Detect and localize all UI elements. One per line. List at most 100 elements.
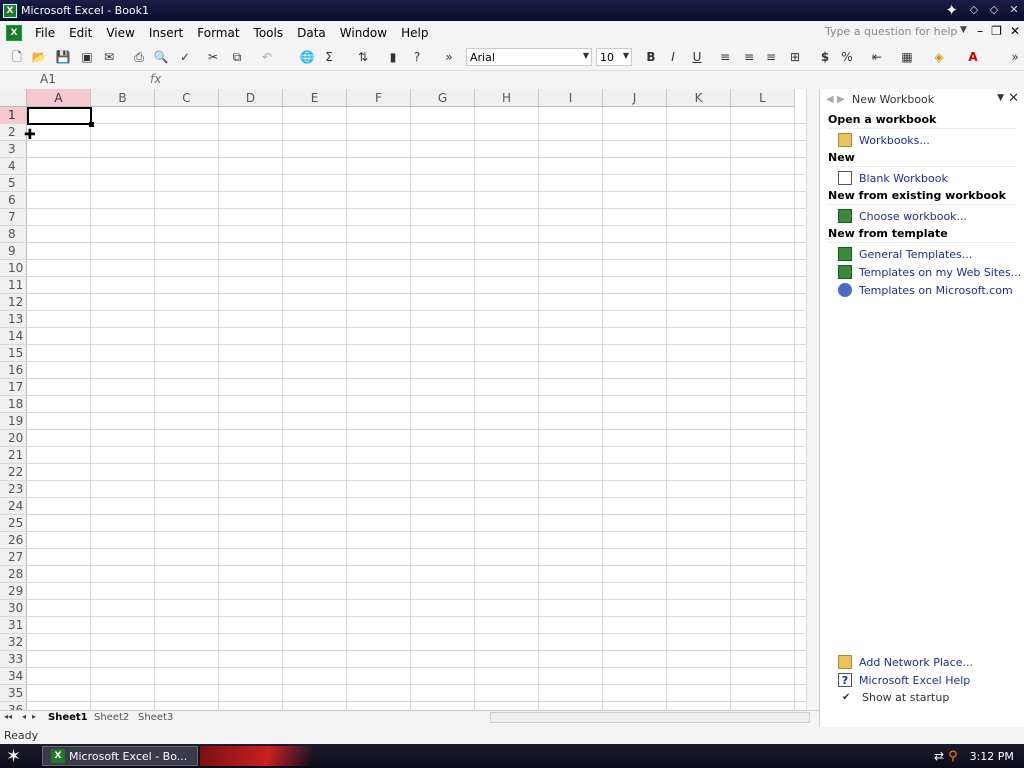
print-icon[interactable]: ⎙ [130,48,148,66]
first-sheet-icon[interactable]: ◂◂ [4,712,12,721]
row-header-21[interactable]: 21 [0,447,27,464]
excel-help-link[interactable]: ? Microsoft Excel Help [838,673,1024,687]
sheet-tab-1[interactable]: Sheet1 [48,712,88,723]
network-icon[interactable]: ⇄ [934,749,944,763]
chevron-down-icon[interactable]: ▼ [997,93,1004,103]
row-header-25[interactable]: 25 [0,515,27,532]
currency-icon[interactable]: $ [816,48,834,66]
excel-app-icon[interactable]: X [3,3,17,18]
prev-sheet-icon[interactable]: ◂ [22,712,26,721]
chevron-down-icon[interactable]: ▼ [960,25,967,35]
menu-edit[interactable]: Edit [62,26,99,40]
maximize-button[interactable]: ◇ [986,2,1002,18]
menu-file[interactable]: File [28,26,62,40]
permission-icon[interactable]: ▣ [78,48,96,66]
menu-insert[interactable]: Insert [142,26,190,40]
cut-icon[interactable]: ✂ [204,48,222,66]
decrease-indent-icon[interactable]: ⇤ [868,48,886,66]
column-header-f[interactable]: F [347,89,411,107]
fill-color-icon[interactable]: ◈ [930,48,948,66]
row-header-34[interactable]: 34 [0,668,27,685]
font-color-icon[interactable]: A [964,48,982,66]
row-header-22[interactable]: 22 [0,464,27,481]
task-pane-link[interactable]: Templates on my Web Sites... [838,265,1024,279]
document-icon[interactable]: X [6,24,22,41]
row-header-8[interactable]: 8 [0,226,27,243]
column-header-i[interactable]: I [539,89,603,107]
doc-close-button[interactable]: ✕ [1010,24,1020,38]
row-header-24[interactable]: 24 [0,498,27,515]
task-pane-link[interactable]: Blank Workbook [838,171,1024,185]
menu-view[interactable]: View [99,26,141,40]
row-header-36[interactable]: 36 [0,702,27,710]
link-label[interactable]: Choose workbook... [859,210,967,223]
row-header-26[interactable]: 26 [0,532,27,549]
email-icon[interactable]: ✉ [100,48,118,66]
link-label[interactable]: Templates on my Web Sites... [859,266,1021,279]
name-box[interactable]: A1 [4,72,104,88]
ask-question-input[interactable]: Type a question for help [822,25,970,41]
copy-icon[interactable]: ⧉ [228,48,246,66]
checkmark-icon[interactable]: ✔ [842,692,854,703]
minimize-button[interactable]: ◇ [966,2,982,18]
underline-icon[interactable]: U [688,48,706,66]
show-at-startup-checkbox[interactable]: ✔ Show at startup [842,691,1024,704]
spelling-icon[interactable]: ✓ [176,48,194,66]
new-icon[interactable]: 🗋 [8,48,26,66]
row-header-27[interactable]: 27 [0,549,27,566]
row-header-12[interactable]: 12 [0,294,27,311]
font-name-select[interactable]: Arial ▼ [466,48,592,66]
row-header-15[interactable]: 15 [0,345,27,362]
task-pane-link[interactable]: Choose workbook... [838,209,1024,223]
row-header-31[interactable]: 31 [0,617,27,634]
italic-icon[interactable]: I [664,48,682,66]
column-header-d[interactable]: D [219,89,283,107]
row-header-32[interactable]: 32 [0,634,27,651]
select-all-corner[interactable] [0,89,27,107]
column-header-l[interactable]: L [731,89,795,107]
row-header-19[interactable]: 19 [0,413,27,430]
doc-minimize-button[interactable]: – [977,24,983,38]
task-pane-link[interactable]: General Templates... [838,247,1024,261]
taskbar-excel-button[interactable]: X Microsoft Excel - Bo... [42,746,198,766]
save-icon[interactable]: 💾 [54,48,72,66]
menu-data[interactable]: Data [290,26,333,40]
column-header-j[interactable]: J [603,89,667,107]
row-header-23[interactable]: 23 [0,481,27,498]
add-network-place-link[interactable]: Add Network Place... [838,655,1024,669]
menu-window[interactable]: Window [333,26,394,40]
sheet-tab-3[interactable]: Sheet3 [138,712,173,723]
help-icon[interactable]: ? [408,48,426,66]
menu-help[interactable]: Help [394,26,435,40]
link-label[interactable]: Workbooks... [859,134,930,147]
row-header-30[interactable]: 30 [0,600,27,617]
column-header-h[interactable]: H [475,89,539,107]
column-header-e[interactable]: E [283,89,347,107]
row-header-28[interactable]: 28 [0,566,27,583]
link-label[interactable]: Blank Workbook [859,172,948,185]
insert-function-icon[interactable]: fx [150,72,161,86]
borders-icon[interactable]: ▦ [898,48,916,66]
sort-ascending-icon[interactable]: ⇅ [354,48,372,66]
link-label[interactable]: Templates on Microsoft.com [859,284,1013,297]
percent-icon[interactable]: % [838,48,856,66]
row-header-14[interactable]: 14 [0,328,27,345]
close-button[interactable]: ✕ [1006,2,1022,18]
row-header-2[interactable]: 2 [0,124,27,141]
align-center-icon[interactable]: ≡ [740,48,758,66]
column-header-g[interactable]: G [411,89,475,107]
font-size-select[interactable]: 10 ▼ [596,48,632,66]
row-header-33[interactable]: 33 [0,651,27,668]
search-icon[interactable]: ⚲ [948,749,958,764]
task-pane-link[interactable]: Templates on Microsoft.com [838,283,1024,297]
row-header-3[interactable]: 3 [0,141,27,158]
next-sheet-icon[interactable]: ▸ [32,712,36,721]
chart-wizard-icon[interactable]: ▮ [384,48,402,66]
menu-format[interactable]: Format [190,26,246,40]
vertical-scrollbar[interactable] [806,89,819,710]
row-header-4[interactable]: 4 [0,158,27,175]
row-header-11[interactable]: 11 [0,277,27,294]
active-cell[interactable] [27,107,94,127]
undo-icon[interactable]: ↶ [258,48,276,66]
column-header-a[interactable]: A [27,89,91,107]
